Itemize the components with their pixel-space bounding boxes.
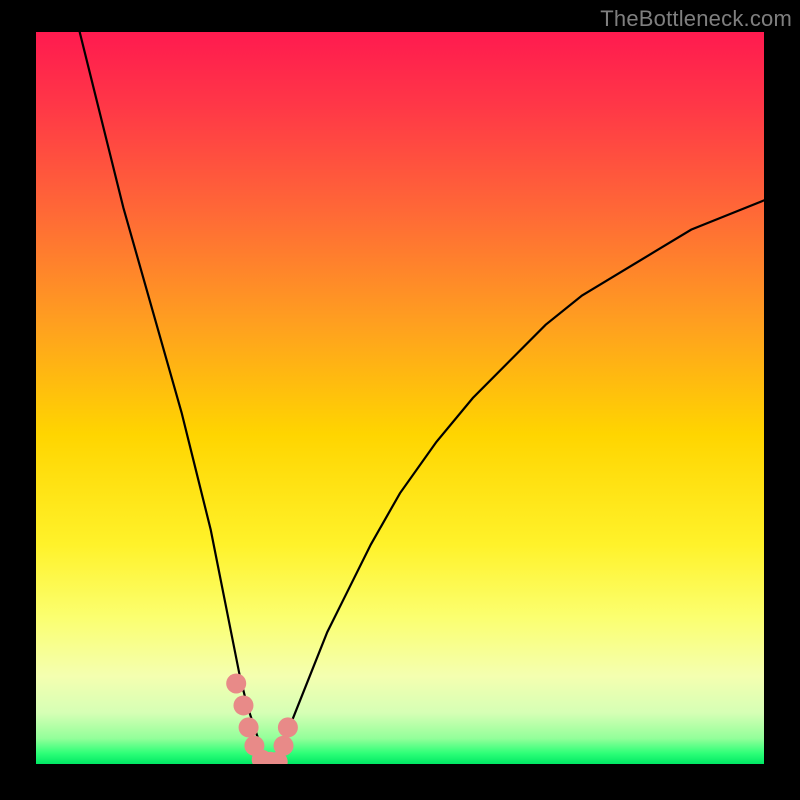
curve-left-branch	[80, 32, 266, 764]
curve-right-branch	[276, 200, 764, 764]
plot-area	[36, 32, 764, 764]
chart-canvas	[36, 32, 764, 764]
highlight-markers	[226, 673, 298, 764]
highlight-dot	[274, 736, 294, 756]
highlight-dot	[239, 717, 259, 737]
highlight-dot	[233, 695, 253, 715]
highlight-dot	[226, 673, 246, 693]
highlight-dot	[278, 717, 298, 737]
watermark-text: TheBottleneck.com	[600, 6, 792, 32]
chart-frame: TheBottleneck.com	[0, 0, 800, 800]
